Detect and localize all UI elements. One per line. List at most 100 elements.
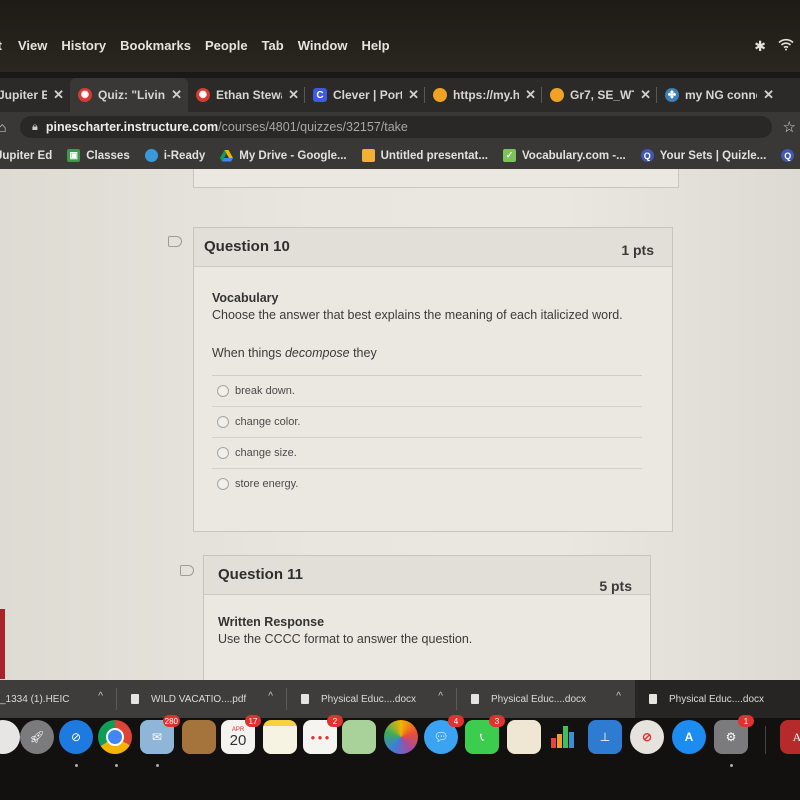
photos-icon[interactable] [384,720,418,754]
chevron-up-icon[interactable]: ^ [98,691,103,702]
system-preferences-icon[interactable]: ⚙ 1 [714,715,754,754]
reminders-icon[interactable]: ● ● ● 2 [303,715,343,754]
download-item[interactable]: _1334 (1).HEIC ^ [0,680,117,718]
chrome-icon[interactable] [98,720,132,754]
pages-icon[interactable] [507,720,541,754]
tab-my-ng-connect[interactable]: ✤ my NG conne ✕ [657,78,780,112]
running-indicator [115,764,118,767]
download-item[interactable]: WILD VACATIO....pdf ^ [117,680,287,718]
facetime-icon[interactable]: 📞︎ 3 [465,715,505,754]
dock-divider [765,726,766,754]
menu-edit[interactable]: it [0,38,2,53]
flag-question-icon[interactable] [168,236,182,247]
question-type: Written Response [218,615,325,629]
prompt-italic-word: decompose [284,346,350,360]
bookmark-i-ready[interactable]: i-Ready [144,149,205,162]
answer-list: break down. change color. change size. s… [212,375,642,499]
bookmark-my-drive[interactable]: My Drive - Google... [220,149,347,162]
download-item[interactable]: Physical Educ....docx [635,680,800,718]
tab-label: Quiz: "Living [98,88,166,102]
chevron-up-icon[interactable]: ^ [268,691,273,702]
radio-button[interactable] [217,447,229,459]
radio-button[interactable] [217,385,229,397]
menu-window[interactable]: Window [298,38,348,53]
close-icon[interactable]: ✕ [171,87,182,103]
address-bar[interactable]: 🔒︎ pinescharter.instructure.com/courses/… [20,116,772,138]
canvas-icon: ✺ [78,88,92,102]
safari-icon[interactable]: ⊘ [59,720,93,754]
answer-option[interactable]: change color. [212,407,642,438]
bookmark-classes[interactable]: ▣ Classes [67,149,130,162]
app-store-icon[interactable]: A [672,720,706,754]
close-icon[interactable]: ✕ [763,87,774,103]
wifi-icon[interactable] [778,38,794,55]
prompt-text: When things [212,346,285,360]
home-icon[interactable]: ⌂ [0,119,6,135]
maps-icon[interactable] [342,720,376,754]
close-icon[interactable]: ✕ [408,87,419,103]
menu-bookmarks[interactable]: Bookmarks [120,38,191,53]
tab-my-hr[interactable]: https://my.hr ✕ [425,78,542,112]
tab-ethan-stewart[interactable]: ✺ Ethan Stewar ✕ [188,78,305,112]
chevron-up-icon[interactable]: ^ [616,691,621,702]
news-icon[interactable]: ⊘ [630,720,664,754]
calendar-icon[interactable]: APR 20 17 [221,715,261,754]
quizlet-icon: Q [781,149,795,162]
radio-button[interactable] [217,478,229,490]
running-indicator [156,764,159,767]
bookmark-jupiter-ed[interactable]: Jupiter Ed [0,150,52,162]
i-ready-icon [144,149,158,162]
bookmark-quizlet-live[interactable]: Q Quizlet Live [781,149,800,162]
dock-app-partial[interactable] [0,720,20,754]
download-item[interactable]: Physical Educ....docx ^ [457,680,635,718]
messages-icon[interactable]: 💬︎ 4 [424,715,464,754]
launchpad-icon[interactable]: 🚀︎ [20,720,54,754]
dictionary-icon[interactable]: A [780,720,800,754]
bluetooth-icon[interactable]: ✱ [754,38,766,55]
close-icon[interactable]: ✕ [53,87,64,103]
tab-jupiter-ed[interactable]: Jupiter Ed ✕ [0,78,70,112]
contacts-icon[interactable] [182,720,216,754]
answer-option[interactable]: break down. [212,376,642,407]
tab-quiz-living[interactable]: ✺ Quiz: "Living ✕ [70,78,188,112]
answer-option[interactable]: store energy. [212,469,642,499]
flag-question-icon[interactable] [180,565,194,576]
download-filename: Physical Educ....docx [491,693,587,705]
menu-view[interactable]: View [18,38,47,53]
download-filename: Physical Educ....docx [321,693,417,705]
menu-people[interactable]: People [205,38,248,53]
chevron-up-icon[interactable]: ^ [438,691,443,702]
tab-clever[interactable]: C Clever | Port ✕ [305,78,425,112]
answer-label: change size. [235,447,297,459]
question-points: 1 pts [621,242,654,258]
download-item[interactable]: Physical Educ....docx ^ [287,680,457,718]
menu-history[interactable]: History [61,38,106,53]
menu-tab[interactable]: Tab [262,38,284,53]
menu-bar: it View History Bookmarks People Tab Win… [0,0,800,72]
quiz-page: Question 10 1 pts Vocabulary Choose the … [0,169,800,680]
close-icon[interactable]: ✕ [288,87,299,103]
close-icon[interactable]: ✕ [640,87,651,103]
lock-icon[interactable]: 🔒︎ [32,121,38,134]
bookmark-untitled-presentation[interactable]: Untitled presentat... [361,149,488,162]
close-icon[interactable]: ✕ [525,87,536,103]
bookmark-star-icon[interactable]: ☆ [783,118,796,136]
bookmark-vocabulary-com[interactable]: ✓ Vocabulary.com -... [502,149,626,162]
tab-label: Jupiter Ed [0,88,48,102]
radio-button[interactable] [217,416,229,428]
keynote-icon[interactable]: ⊥ [588,720,622,754]
download-filename: _1334 (1).HEIC [0,693,70,705]
question-title: Question 10 [204,238,290,255]
tab-label: https://my.hr [453,88,520,102]
tab-gr7-se-wt[interactable]: Gr7, SE_WT_ ✕ [542,78,657,112]
answer-label: change color. [235,416,301,428]
menu-help[interactable]: Help [361,38,389,53]
answer-option[interactable]: change size. [212,438,642,469]
bookmark-your-sets-quizlet[interactable]: Q Your Sets | Quizle... [640,149,766,162]
calendar-day: 20 [229,731,247,749]
mail-icon[interactable]: ✉ 280 [140,715,180,754]
answer-label: break down. [235,385,295,397]
url-path: /courses/4801/quizzes/32157/take [218,120,408,134]
notes-icon[interactable] [263,720,297,754]
numbers-icon[interactable] [547,720,581,754]
